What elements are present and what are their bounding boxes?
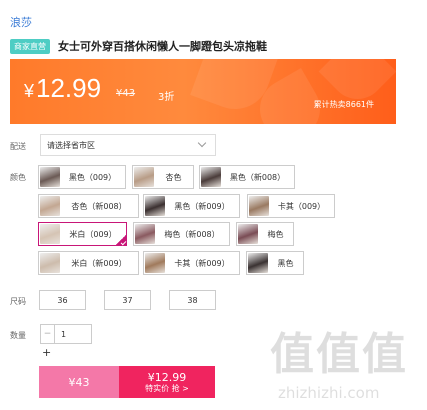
color-option-label: 卡其（新009） — [174, 258, 230, 268]
color-option-label: 米白（新009） — [71, 258, 127, 268]
region-select-placeholder: 请选择省市区 — [47, 140, 95, 150]
size-option[interactable]: 37 — [104, 290, 151, 310]
direct-sale-badge: 商家直营 — [10, 38, 50, 54]
quantity-minus-button[interactable]: − — [41, 325, 55, 343]
color-option-label: 黑色 — [277, 258, 294, 268]
watermark-logo: 值值值 — [270, 329, 408, 380]
color-thumbnail — [238, 224, 258, 244]
buy-discount-button[interactable]: ¥12.99 特实价 抢 > — [119, 366, 215, 398]
color-option[interactable]: 杏色 — [132, 165, 194, 189]
buy-alone-button[interactable]: ¥43 — [39, 366, 119, 398]
selected-check-icon — [115, 234, 127, 246]
color-option[interactable]: 杏色（新008） — [38, 194, 139, 218]
color-option-label: 杏色 — [165, 172, 182, 182]
color-option[interactable]: 黑色（新008） — [199, 165, 295, 189]
color-thumbnail — [40, 224, 60, 244]
chevron-down-icon — [197, 138, 207, 148]
watermark-url: zhizhizhi.com — [278, 384, 380, 402]
product-title: 女士可外穿百搭休闲懒人一脚蹬包头凉拖鞋 — [58, 40, 267, 53]
color-option-label: 黑色（009） — [68, 172, 117, 182]
color-option-label: 黑色（新009） — [174, 201, 230, 211]
quantity-plus-button[interactable]: + — [42, 346, 51, 359]
color-option[interactable]: 卡其（009） — [247, 194, 335, 218]
color-thumbnail — [40, 167, 60, 187]
region-select[interactable]: 请选择省市区 — [40, 134, 216, 156]
discount-button-label: 特实价 抢 > — [145, 383, 189, 393]
color-label: 颜色 — [10, 173, 26, 182]
size-option[interactable]: 38 — [169, 290, 216, 310]
color-option-label: 黑色（新008） — [229, 172, 286, 182]
color-option-label: 卡其（009） — [277, 201, 326, 211]
current-price: ¥12.99 — [24, 73, 102, 103]
color-thumbnail — [249, 196, 269, 216]
color-thumbnail — [201, 167, 221, 187]
color-option[interactable]: 卡其（新009） — [143, 251, 240, 275]
delivery-label: 配送 — [10, 142, 26, 151]
color-option[interactable]: 米白（009） — [38, 222, 127, 246]
color-option[interactable]: 梅色（新008） — [133, 222, 230, 246]
color-option-label: 梅色 — [267, 229, 284, 239]
quantity-input[interactable]: 1 — [55, 325, 91, 343]
color-option[interactable]: 黑色（009） — [38, 165, 126, 189]
color-thumbnail — [145, 196, 165, 216]
shop-name-link[interactable]: 浪莎 — [10, 14, 32, 30]
discount-label: 3折 — [158, 92, 175, 103]
color-thumbnail — [40, 196, 60, 216]
discount-button-price: ¥12.99 — [147, 370, 187, 384]
color-option[interactable]: 黑色（新009） — [143, 194, 240, 218]
size-option[interactable]: 36 — [39, 290, 86, 310]
size-label: 尺码 — [10, 297, 26, 306]
color-option[interactable]: 梅色 — [236, 222, 294, 246]
color-thumbnail — [40, 253, 60, 273]
price-banner: ¥12.99 ¥43 3折 累计热卖8661件 — [10, 59, 396, 124]
quantity-stepper: − 1 — [40, 324, 92, 344]
color-option-label: 杏色（新008） — [71, 201, 127, 211]
color-option-label: 梅色（新008） — [164, 229, 220, 239]
color-thumbnail — [134, 167, 154, 187]
color-thumbnail — [248, 253, 268, 273]
sold-count: 累计热卖8661件 — [313, 100, 374, 109]
color-option[interactable]: 黑色 — [246, 251, 304, 275]
color-option[interactable]: 米白（新009） — [38, 251, 139, 275]
color-thumbnail — [145, 253, 165, 273]
title-row: 商家直营 女士可外穿百搭休闲懒人一脚蹬包头凉拖鞋 — [10, 38, 267, 54]
original-price: ¥43 — [116, 88, 136, 99]
color-thumbnail — [135, 224, 155, 244]
quantity-label: 数量 — [10, 331, 26, 340]
